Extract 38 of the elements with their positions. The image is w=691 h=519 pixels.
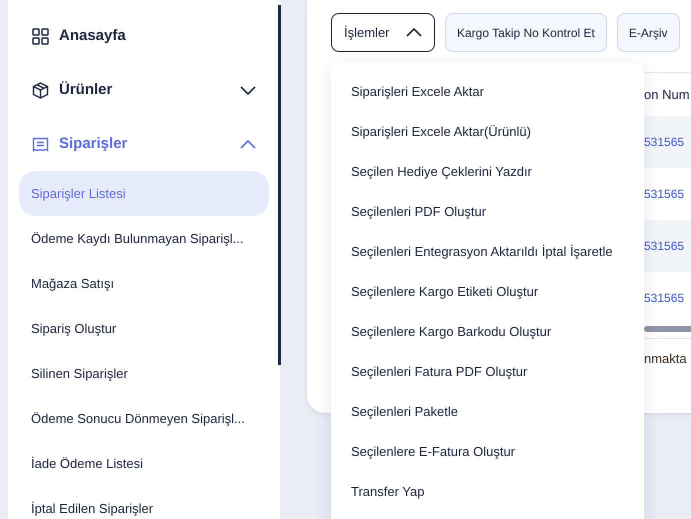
menu-item[interactable]: Seçilenleri Entegrasyon Aktarıldı İptal İşaretle xyxy=(331,232,644,272)
submenu-item[interactable]: Mağaza Satışı xyxy=(19,261,269,306)
toolbar-button[interactable]: Kargo Takip No Kontrol Et xyxy=(445,13,607,52)
box-icon xyxy=(32,82,49,98)
sidebar-item[interactable]: Anasayfa xyxy=(8,9,280,63)
menu-item[interactable]: Seçilenlere Kargo Etiketi Oluştur xyxy=(331,272,644,312)
submenu-item[interactable]: Ödeme Kaydı Bulunmayan Siparişl... xyxy=(19,216,269,261)
chevron-up-icon xyxy=(240,140,256,148)
table-cell-text: 531565 xyxy=(644,238,684,255)
menu-item[interactable]: Siparişleri Excele Aktar(Ürünlü) xyxy=(331,112,644,152)
submenu-item[interactable]: Silinen Siparişler xyxy=(19,351,269,396)
table-cell-text: 531565 xyxy=(644,290,684,307)
toolbar-button[interactable]: E-Arşiv xyxy=(616,13,680,52)
scrollbar-thumb[interactable] xyxy=(278,5,281,365)
actions-dropdown[interactable]: İşlemler xyxy=(331,13,435,52)
grid-icon xyxy=(32,28,49,44)
menu-item[interactable]: Seçilenlere Kargo Barkodu Oluştur xyxy=(331,312,644,352)
sidebar-item[interactable]: Siparişler xyxy=(8,117,280,171)
menu-item[interactable]: Seçilenlere E-Fatura Oluştur xyxy=(331,432,644,472)
sidebar-item[interactable]: Ürünler xyxy=(8,63,280,117)
submenu-item[interactable]: İptal Edilen Siparişler xyxy=(19,486,269,519)
table-cell-text: 531565 xyxy=(644,186,684,203)
menu-item[interactable]: Transfer Yap xyxy=(331,472,644,512)
chevron-down-icon xyxy=(240,86,256,94)
submenu-item[interactable]: İade Ödeme Listesi xyxy=(19,441,269,486)
menu-item[interactable]: Seçilen Hediye Çeklerini Yazdır xyxy=(331,152,644,192)
menu-item[interactable]: Seçilenleri Fatura PDF Oluştur xyxy=(331,352,644,392)
submenu-item[interactable]: Sipariş Oluştur xyxy=(19,306,269,351)
column-header: on Num xyxy=(644,86,690,104)
footer-text: nmakta xyxy=(644,350,687,368)
chevron-up-icon xyxy=(406,28,422,37)
submenu-item[interactable]: Ödeme Sonucu Dönmeyen Siparişl... xyxy=(19,396,269,441)
table-cell-text: 531565 xyxy=(644,134,684,151)
menu-item[interactable]: Seçilenleri PDF Oluştur xyxy=(331,192,644,232)
menu-item[interactable]: Seçilenleri Paketle xyxy=(331,392,644,432)
receipt-icon xyxy=(32,136,49,152)
submenu-item[interactable]: Siparişler Listesi xyxy=(19,171,269,216)
menu-item[interactable]: Siparişleri Excele Aktar xyxy=(331,72,644,112)
